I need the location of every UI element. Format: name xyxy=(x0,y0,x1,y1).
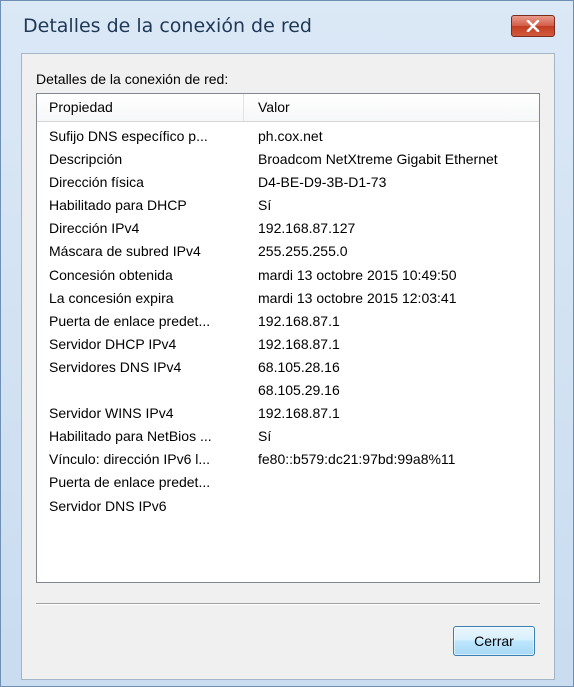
property-cell: Descripción xyxy=(49,151,123,168)
list-item[interactable]: Dirección IPv4 192.168.87.127 xyxy=(37,218,539,241)
property-cell: Dirección IPv4 xyxy=(49,220,140,237)
dialog-body: Detalles de la conexión de red: Propieda… xyxy=(21,53,555,680)
list-item[interactable]: La concesión expira mardi 13 octobre 2015… xyxy=(37,288,539,311)
value-cell: Broadcom NetXtreme Gigabit Ethernet xyxy=(258,151,498,168)
value-cell: mardi 13 octobre 2015 12:03:41 xyxy=(258,289,457,306)
property-cell: Concesión obtenida xyxy=(49,266,173,283)
list-item[interactable]: Servidores DNS IPv4 68.105.28.16 xyxy=(37,357,539,380)
window-close-button[interactable] xyxy=(511,15,555,37)
listview-rows: Sufijo DNS específico p... ph.cox.net Des… xyxy=(37,126,539,519)
value-cell: ph.cox.net xyxy=(258,128,323,144)
list-item[interactable]: Puerta de enlace predet... xyxy=(37,472,539,495)
property-cell: Habilitado para DHCP xyxy=(49,197,187,214)
value-cell: 68.105.28.16 xyxy=(258,358,340,375)
details-listview[interactable]: Propiedad Valor Sufijo DNS específico p.… xyxy=(36,93,540,583)
column-header-value[interactable]: Valor xyxy=(258,99,290,115)
property-cell: Servidor WINS IPv4 xyxy=(49,405,174,422)
list-item[interactable]: Concesión obtenida mardi 13 octobre 2015 … xyxy=(37,265,539,288)
value-cell: 192.168.87.1 xyxy=(258,405,340,422)
value-cell: mardi 13 octobre 2015 10:49:50 xyxy=(258,266,457,283)
list-item[interactable]: Descripción Broadcom NetXtreme Gigabit Et… xyxy=(37,149,539,172)
property-cell: La concesión expira xyxy=(49,289,174,306)
close-button[interactable]: Cerrar xyxy=(453,626,535,656)
value-cell: 192.168.87.1 xyxy=(258,312,340,329)
property-cell: Puerta de enlace predet... xyxy=(49,312,211,329)
property-cell: Servidor DNS IPv6 xyxy=(49,497,167,514)
property-cell: Máscara de subred IPv4 xyxy=(49,243,201,260)
value-cell: 192.168.87.127 xyxy=(258,220,356,237)
list-item[interactable]: Vínculo: dirección IPv6 l... fe80::b579:d… xyxy=(37,449,539,472)
value-cell: 68.105.29.16 xyxy=(258,382,340,399)
property-cell: Vínculo: dirección IPv6 l... xyxy=(49,451,211,468)
title-bar[interactable]: Detalles de la conexión de red xyxy=(1,1,573,51)
list-item[interactable]: 68.105.29.16 xyxy=(37,380,539,403)
list-item[interactable]: Máscara de subred IPv4 255.255.255.0 xyxy=(37,241,539,264)
window-title: Detalles de la conexión de red xyxy=(23,15,312,37)
list-item[interactable]: Habilitado para DHCP Sí xyxy=(37,195,539,218)
property-cell: Servidores DNS IPv4 xyxy=(49,358,182,375)
network-details-dialog: Detalles de la conexión de red Detalles … xyxy=(0,0,574,687)
list-item[interactable]: Servidor DNS IPv6 xyxy=(37,496,539,519)
property-cell: Habilitado para NetBios ... xyxy=(49,428,212,445)
column-header-property[interactable]: Propiedad xyxy=(49,99,113,115)
property-cell: Servidor DHCP IPv4 xyxy=(49,335,177,352)
column-separator[interactable] xyxy=(243,94,244,121)
listview-header: Propiedad Valor xyxy=(37,94,539,122)
value-cell: 255.255.255.0 xyxy=(258,243,348,260)
value-cell: 192.168.87.1 xyxy=(258,335,340,352)
close-x-icon xyxy=(526,20,540,32)
value-cell: Sí xyxy=(258,197,272,214)
list-item[interactable]: Puerta de enlace predet... 192.168.87.1 xyxy=(37,311,539,334)
value-cell: D4-BE-D9-3B-D1-73 xyxy=(258,174,387,191)
list-item[interactable]: Sufijo DNS específico p... ph.cox.net xyxy=(37,126,539,149)
list-item[interactable]: Servidor WINS IPv4 192.168.87.1 xyxy=(37,403,539,426)
property-cell: Puerta de enlace predet... xyxy=(49,474,211,491)
list-item[interactable]: Dirección física D4-BE-D9-3B-D1-73 xyxy=(37,172,539,195)
list-item[interactable]: Servidor DHCP IPv4 192.168.87.1 xyxy=(37,334,539,357)
value-cell: Sí xyxy=(258,428,272,445)
property-cell: Dirección física xyxy=(49,174,144,191)
property-cell: Sufijo DNS específico p... xyxy=(49,128,208,144)
details-group-label: Detalles de la conexión de red: xyxy=(36,71,229,87)
value-cell: fe80::b579:dc21:97bd:99a8%11 xyxy=(258,451,456,468)
list-item[interactable]: Habilitado para NetBios ... Sí xyxy=(37,426,539,449)
separator-line xyxy=(36,603,540,605)
